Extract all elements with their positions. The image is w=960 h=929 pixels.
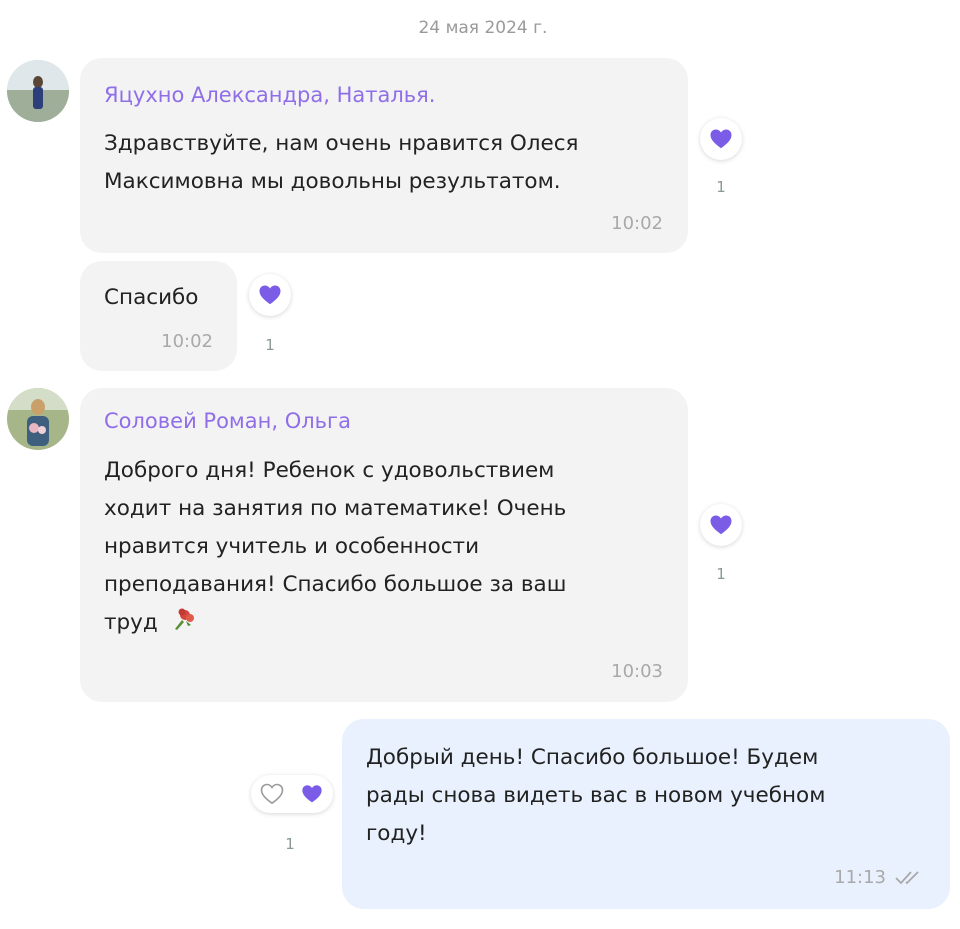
heart-icon	[710, 515, 732, 535]
message-line: Здравствуйте, нам очень нравится Олеся	[104, 131, 579, 156]
message-text: Доброго дня! Ребенок с удовольствием ход…	[104, 452, 566, 642]
reaction-count: 1	[265, 336, 275, 354]
reaction-count: 1	[285, 835, 295, 853]
message-text: Спасибо	[104, 279, 198, 317]
chat-date: 24 мая 2024 г.	[418, 18, 548, 38]
message-time: 10:02	[161, 331, 213, 352]
message-bubble-outgoing[interactable]: Добрый день! Спасибо большое! Будем рады…	[342, 719, 950, 909]
avatar[interactable]	[7, 388, 69, 450]
message-line: Добрый день! Спасибо большое! Будем	[366, 745, 819, 770]
double-check-icon	[895, 871, 919, 885]
message-line: Спасибо	[104, 285, 199, 310]
bouquet-icon	[174, 608, 194, 630]
sender-name[interactable]: Соловей Роман, Ольга	[104, 409, 351, 433]
message-line: рады снова видеть вас в новом учебном	[366, 783, 826, 808]
message-line: преподавания! Спасибо большое за ваш	[104, 572, 567, 597]
reaction-button[interactable]	[700, 504, 742, 546]
heart-icon	[710, 129, 732, 149]
message-time: 10:03	[611, 661, 663, 682]
message-line: ходит на занятия по математике! Очень	[104, 496, 567, 521]
reaction-count: 1	[716, 178, 726, 196]
reaction-button[interactable]	[249, 274, 291, 316]
message-time: 11:13	[834, 867, 886, 888]
sender-name[interactable]: Яцухно Александра, Наталья.	[104, 83, 435, 107]
heart-outline-icon[interactable]	[260, 782, 284, 806]
reaction-button[interactable]	[700, 118, 742, 160]
message-word: труд	[104, 610, 158, 635]
avatar[interactable]	[7, 60, 69, 122]
message-text: Здравствуйте, нам очень нравится Олеся М…	[104, 125, 579, 201]
message-line: нравится учитель и особенности	[104, 534, 480, 559]
message-line: Максимовна мы довольны результатом.	[104, 169, 561, 194]
message-bubble[interactable]: Яцухно Александра, Наталья. Здравствуйте…	[80, 58, 688, 253]
heart-icon	[259, 285, 281, 305]
reaction-pill[interactable]	[251, 775, 333, 813]
message-line: труд	[104, 604, 566, 642]
message-line: Доброго дня! Ребенок с удовольствием	[104, 458, 555, 483]
reaction-count: 1	[716, 565, 726, 583]
message-bubble[interactable]: Спасибо 10:02	[80, 261, 237, 371]
message-text: Добрый день! Спасибо большое! Будем рады…	[366, 739, 825, 853]
message-time: 10:02	[611, 213, 663, 234]
heart-icon[interactable]	[301, 783, 323, 805]
message-line: году!	[366, 821, 427, 846]
message-bubble[interactable]: Соловей Роман, Ольга Доброго дня! Ребено…	[80, 388, 688, 702]
